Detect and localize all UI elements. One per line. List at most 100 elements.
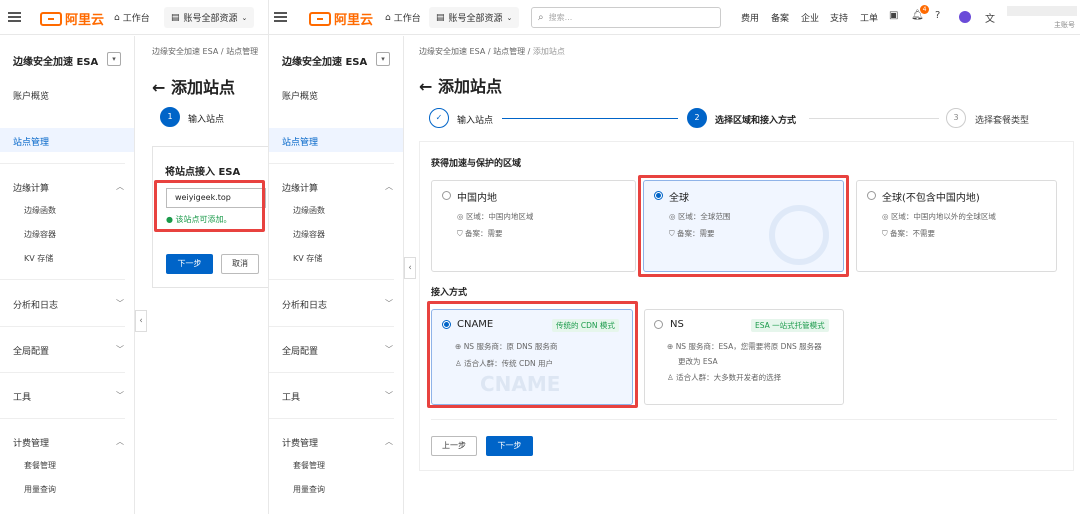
menu-icon[interactable] [274, 12, 287, 22]
sidebar-group-billing[interactable]: 计费管理 [282, 436, 318, 449]
access-audience-text: 适合人群：大多数开发者的选择 [676, 373, 782, 382]
sidebar-item-usage-query[interactable]: 用量查询 [24, 484, 56, 495]
breadcrumb-item[interactable]: 站点管理 [226, 47, 258, 56]
help-icon[interactable]: ? [935, 10, 940, 21]
collapse-sidebar-icon[interactable]: ‹ [135, 310, 147, 332]
sidebar-item-edge-container[interactable]: 边缘容器 [24, 229, 56, 240]
sidebar-divider [0, 326, 125, 327]
menu-icon[interactable] [8, 12, 21, 22]
aliyun-logo[interactable]: 阿里云 [40, 9, 104, 28]
search-icon: ⌕ [538, 12, 544, 23]
resource-group-label: 账号全部资源 [183, 14, 238, 24]
breadcrumb-item[interactable]: 站点管理 [493, 47, 525, 56]
home-icon: ⌂ [385, 12, 391, 23]
access-section-title: 接入方式 [431, 288, 468, 298]
region-name: 全球(不包含中国内地) [882, 193, 980, 204]
sidebar-item-site-mgmt[interactable]: 站点管理 [282, 135, 318, 148]
sidebar-group-edge-compute[interactable]: 边缘计算 [13, 181, 49, 194]
sidebar-item-site-mgmt[interactable]: 站点管理 [13, 135, 49, 148]
resource-group-select[interactable]: ▤ 账号全部资源 ⌄ [429, 7, 520, 28]
right-screen: 阿里云 ⌂ 工作台 ▤ 账号全部资源 ⌄ ⌕ 搜索... 费用 备案 企业 支持 工单 … [268, 0, 1080, 514]
chevron-up-icon[interactable]: ︿ [385, 436, 393, 447]
chevron-down-icon[interactable]: ﹀ [116, 390, 124, 401]
chevron-up-icon[interactable]: ︿ [116, 181, 124, 192]
step-connector [502, 118, 678, 119]
chevron-up-icon[interactable]: ︿ [116, 436, 124, 447]
nav-link-billing[interactable]: 费用 [741, 11, 759, 24]
footer-divider [431, 419, 1057, 420]
access-ns-text: NS 服务商：ESA，您需要将原 DNS 服务器 [675, 342, 822, 351]
sidebar-group-edge-compute[interactable]: 边缘计算 [282, 181, 318, 194]
home-icon: ⌂ [114, 12, 120, 23]
workbench-link[interactable]: ⌂ 工作台 [385, 11, 421, 25]
sidebar-item-overview[interactable]: 账户概览 [282, 89, 318, 102]
sidebar-item-edge-function[interactable]: 边缘函数 [293, 205, 325, 216]
sidebar-group-analytics[interactable]: 分析和日志 [13, 298, 58, 311]
terminal-icon[interactable]: ▣ [889, 10, 898, 21]
chevron-up-icon[interactable]: ︿ [385, 181, 393, 192]
next-button[interactable]: 下一步 [166, 254, 213, 274]
language-icon[interactable]: 文 [985, 10, 995, 25]
nav-link-icp[interactable]: 备案 [771, 11, 789, 24]
sidebar-item-kv-storage[interactable]: KV 存储 [293, 253, 322, 264]
region-radio-mainland[interactable] [442, 191, 451, 200]
breadcrumb-item[interactable]: 边缘安全加速 ESA [152, 47, 218, 56]
collapse-sidebar-icon[interactable]: ‹ [404, 257, 416, 279]
step-3-label: 选择套餐类型 [975, 116, 1030, 126]
sidebar-group-analytics[interactable]: 分析和日志 [282, 298, 327, 311]
workbench-link[interactable]: ⌂ 工作台 [114, 11, 150, 25]
assistant-icon[interactable] [959, 11, 971, 23]
back-arrow-icon[interactable]: ← [419, 77, 432, 96]
back-arrow-icon[interactable]: ← [152, 78, 165, 97]
sidebar-item-edge-function[interactable]: 边缘函数 [24, 205, 56, 216]
sidebar-item-edge-container[interactable]: 边缘容器 [293, 229, 325, 240]
location-icon: ◎ [882, 212, 889, 221]
access-name: NS [670, 319, 684, 330]
sidebar-item-plan-mgmt[interactable]: 套餐管理 [24, 460, 56, 471]
sidebar-group-global-config[interactable]: 全局配置 [282, 344, 318, 357]
highlight-box-cname [427, 301, 638, 408]
sidebar-item-kv-storage[interactable]: KV 存储 [24, 253, 53, 264]
step-1-check-circle: ✓ [429, 108, 449, 128]
sidebar-divider [0, 418, 125, 419]
logo-text: 阿里云 [334, 13, 374, 28]
sidebar-item-overview[interactable]: 账户概览 [13, 89, 49, 102]
sidebar-item-plan-mgmt[interactable]: 套餐管理 [293, 460, 325, 471]
sidebar-divider [0, 372, 125, 373]
step-1-label: 输入站点 [457, 116, 494, 126]
access-radio-ns[interactable] [654, 320, 663, 329]
region-area-text: 区域：中国内地区域 [465, 212, 534, 221]
search-box[interactable]: ⌕ 搜索... [531, 7, 721, 28]
chevron-down-icon[interactable]: ﹀ [385, 390, 393, 401]
step-connector [809, 118, 939, 119]
sidebar: 边缘安全加速 ESA ▾ 账户概览 站点管理 边缘计算 ︿ 边缘函数 边缘容器 … [269, 36, 404, 514]
sidebar-group-tools[interactable]: 工具 [13, 390, 31, 403]
sidebar-item-usage-query[interactable]: 用量查询 [293, 484, 325, 495]
nav-link-support[interactable]: 支持 [830, 11, 848, 24]
chevron-down-icon[interactable]: ﹀ [116, 344, 124, 355]
page-title-text: 添加站点 [437, 77, 502, 96]
resource-group-select[interactable]: ▤ 账号全部资源 ⌄ [164, 7, 255, 28]
product-switch-dropdown[interactable]: ▾ [107, 52, 121, 66]
nav-link-ticket[interactable]: 工单 [860, 11, 878, 24]
region-radio-global-ex-mainland[interactable] [867, 191, 876, 200]
chevron-down-icon[interactable]: ﹀ [385, 344, 393, 355]
cancel-button[interactable]: 取消 [221, 254, 259, 274]
sidebar: 边缘安全加速 ESA ▾ 账户概览 站点管理 边缘计算 ︿ 边缘函数 边缘容器 … [0, 36, 135, 514]
sidebar-group-billing[interactable]: 计费管理 [13, 436, 49, 449]
sidebar-title: 边缘安全加速 ESA [282, 57, 368, 68]
chevron-down-icon[interactable]: ﹀ [385, 298, 393, 309]
next-button[interactable]: 下一步 [486, 436, 533, 456]
product-switch-dropdown[interactable]: ▾ [376, 52, 390, 66]
sidebar-group-global-config[interactable]: 全局配置 [13, 344, 49, 357]
breadcrumb-item[interactable]: 边缘安全加速 ESA [419, 47, 485, 56]
sidebar-divider [269, 279, 394, 280]
aliyun-logo[interactable]: 阿里云 [309, 9, 373, 28]
account-name-blurred[interactable] [1007, 6, 1077, 16]
region-icp-text: 备案：不需要 [890, 229, 936, 238]
nav-link-enterprise[interactable]: 企业 [801, 11, 819, 24]
prev-button[interactable]: 上一步 [431, 436, 477, 456]
region-icp-text: 备案：需要 [465, 229, 503, 238]
chevron-down-icon[interactable]: ﹀ [116, 298, 124, 309]
sidebar-group-tools[interactable]: 工具 [282, 390, 300, 403]
